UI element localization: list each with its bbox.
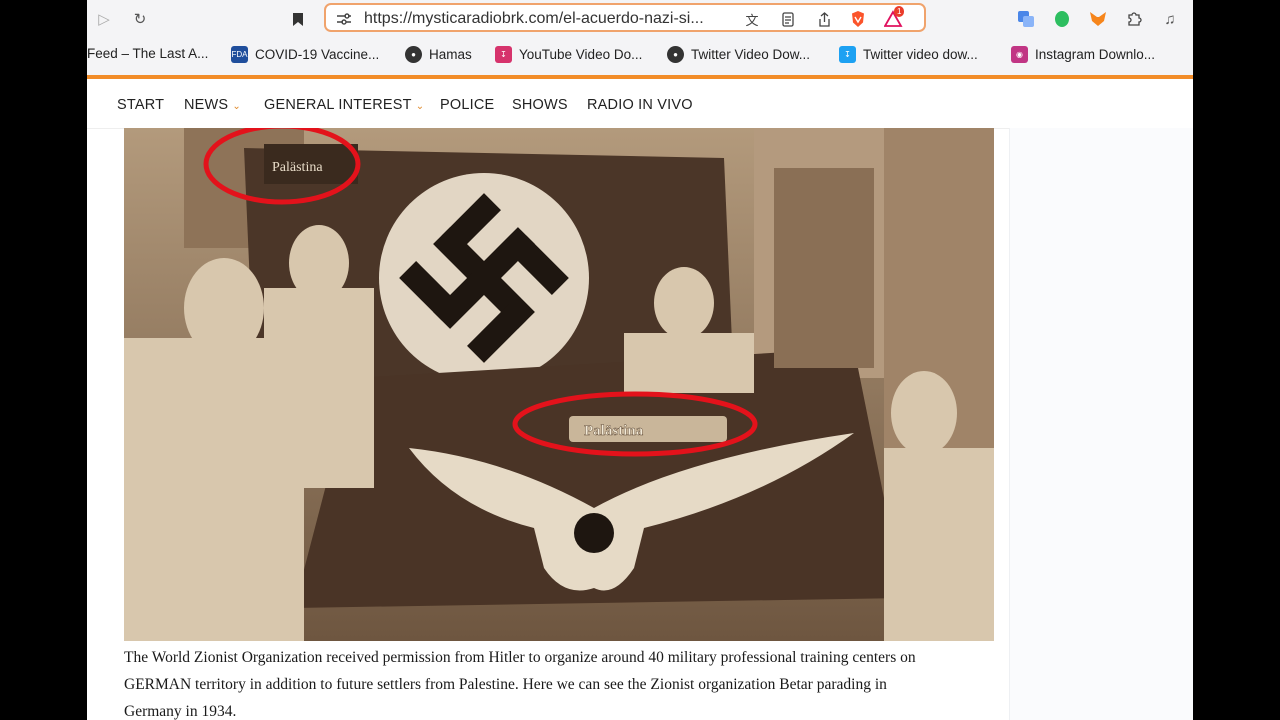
article-photo: Palästina Palästina (124, 128, 994, 641)
brave-shields-icon[interactable] (848, 9, 868, 29)
site-settings-icon[interactable] (334, 9, 354, 29)
reader-mode-icon[interactable] (778, 9, 798, 29)
nav-shows[interactable]: SHOWS (512, 97, 568, 113)
nav-news[interactable]: NEWS ⌄ (184, 97, 241, 113)
bookmark-label: Instagram Downlo... (1035, 47, 1156, 62)
evernote-icon[interactable] (1051, 8, 1073, 30)
nav-label: START (117, 97, 165, 113)
right-sidebar (1009, 128, 1193, 720)
bookmark-twitter-video-1[interactable]: ● Twitter Video Dow... (667, 46, 810, 63)
site-navigation: START NEWS ⌄ GENERAL INTEREST ⌄ POLICE SHO… (87, 79, 1193, 129)
chevron-down-icon: ⌄ (232, 101, 241, 112)
nav-label: RADIO IN VIVO (587, 97, 693, 113)
music-icon[interactable]: ♫ (1159, 8, 1181, 30)
metamask-icon[interactable] (1087, 8, 1109, 30)
bookmark-label: COVID-19 Vaccine... (255, 47, 380, 62)
top-banner-text: Palästina (272, 160, 323, 175)
translate-extension-icon[interactable] (1015, 8, 1037, 30)
url-text: https://mysticaradiobrk.com/el-acuerdo-n… (364, 10, 704, 27)
bookmark-icon[interactable] (287, 8, 309, 30)
bookmark-covid-vaccine[interactable]: FDA COVID-19 Vaccine... (231, 46, 379, 63)
globe-icon: ● (405, 46, 422, 63)
translate-icon[interactable]: 文 (742, 9, 762, 29)
nav-label: POLICE (440, 97, 495, 113)
share-icon[interactable] (814, 9, 834, 29)
bookmark-label: YouTube Video Do... (519, 47, 643, 62)
reload-icon[interactable]: ↻ (129, 8, 151, 30)
bookmark-feed[interactable]: Feed – The Last A... (87, 46, 208, 61)
flag-banner-text: Palästina (584, 423, 644, 439)
address-bar[interactable]: https://mysticaradiobrk.com/el-acuerdo-n… (324, 3, 926, 32)
instagram-icon: ◉ (1011, 46, 1028, 63)
bookmark-hamas[interactable]: ● Hamas (405, 46, 472, 63)
nav-radio-in-vivo[interactable]: RADIO IN VIVO (587, 97, 693, 113)
bookmark-instagram-download[interactable]: ◉ Instagram Downlo... (1011, 46, 1155, 63)
bookmark-label: Hamas (429, 47, 472, 62)
caption-line: GERMAN territory in addition to future s… (124, 676, 887, 693)
bookmark-label: Feed – The Last A... (87, 46, 209, 61)
download-icon: ↧ (839, 46, 856, 63)
nav-label: NEWS (184, 97, 229, 113)
nav-start[interactable]: START (117, 97, 164, 113)
extensions-icon[interactable] (1123, 8, 1145, 30)
brave-rewards-icon[interactable]: 1 (884, 6, 905, 29)
globe-icon: ● (667, 46, 684, 63)
nav-label: SHOWS (512, 97, 568, 113)
bookmark-twitter-video-2[interactable]: ↧ Twitter video dow... (839, 46, 978, 63)
bookmarks-bar: Feed – The Last A... FDA COVID-19 Vaccin… (87, 37, 1193, 75)
bookmark-label: Twitter video dow... (863, 47, 978, 62)
nav-police[interactable]: POLICE (440, 97, 494, 113)
chevron-down-icon: ⌄ (415, 101, 425, 112)
browser-toolbar: ▷ ↻ https://mysticaradiobrk.com/el-acuer… (87, 0, 1193, 37)
browser-window: ▷ ↻ https://mysticaradiobrk.com/el-acuer… (87, 0, 1193, 720)
forward-icon[interactable]: ▷ (93, 8, 115, 30)
article-caption: The World Zionist Organization received … (124, 644, 1004, 720)
caption-line: The World Zionist Organization received … (124, 649, 916, 666)
nav-label: GENERAL INTEREST (264, 97, 412, 113)
nav-general-interest[interactable]: GENERAL INTEREST ⌄ (264, 97, 424, 113)
fda-icon: FDA (231, 46, 248, 63)
caption-line: Germany in 1934. (124, 703, 237, 720)
historical-photo-illustration: Palästina Palästina (124, 128, 994, 641)
download-icon: ↧ (495, 46, 512, 63)
bookmark-youtube-download[interactable]: ↧ YouTube Video Do... (495, 46, 642, 63)
bookmark-label: Twitter Video Dow... (691, 47, 811, 62)
